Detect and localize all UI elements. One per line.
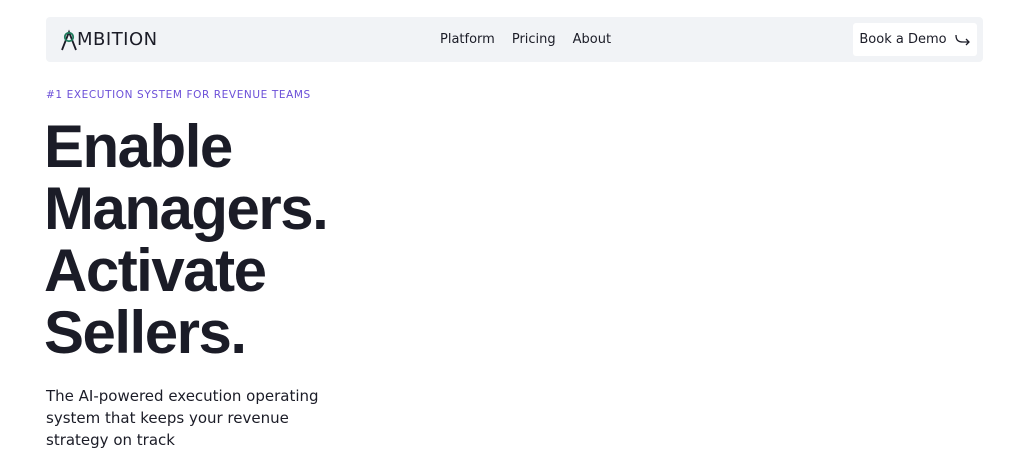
headline-line-3: Activate (44, 237, 267, 304)
top-navigation-bar: MBITION Platform Pricing About Book a De… (46, 17, 983, 62)
arrow-turn-right-icon (954, 34, 970, 45)
logo-text: MBITION (77, 29, 158, 50)
book-demo-button[interactable]: Book a Demo (853, 23, 977, 56)
book-demo-label: Book a Demo (859, 32, 947, 47)
hero-headline: Enable Managers. Activate Sellers. (44, 113, 329, 366)
main-nav-links: Platform Pricing About (440, 17, 611, 62)
nav-link-pricing[interactable]: Pricing (512, 32, 556, 47)
hero-eyebrow: #1 EXECUTION SYSTEM FOR REVENUE TEAMS (46, 89, 311, 101)
headline-line-4: Sellers. (44, 299, 247, 366)
hero-subheadline: The AI-powered execution operating syste… (46, 387, 319, 449)
ambition-a-mark-icon (61, 29, 77, 51)
nav-link-platform[interactable]: Platform (440, 32, 495, 47)
nav-link-about[interactable]: About (573, 32, 611, 47)
ambition-logo[interactable]: MBITION (60, 29, 158, 51)
headline-line-2: Managers. (44, 175, 329, 242)
headline-line-1: Enable (44, 113, 233, 180)
